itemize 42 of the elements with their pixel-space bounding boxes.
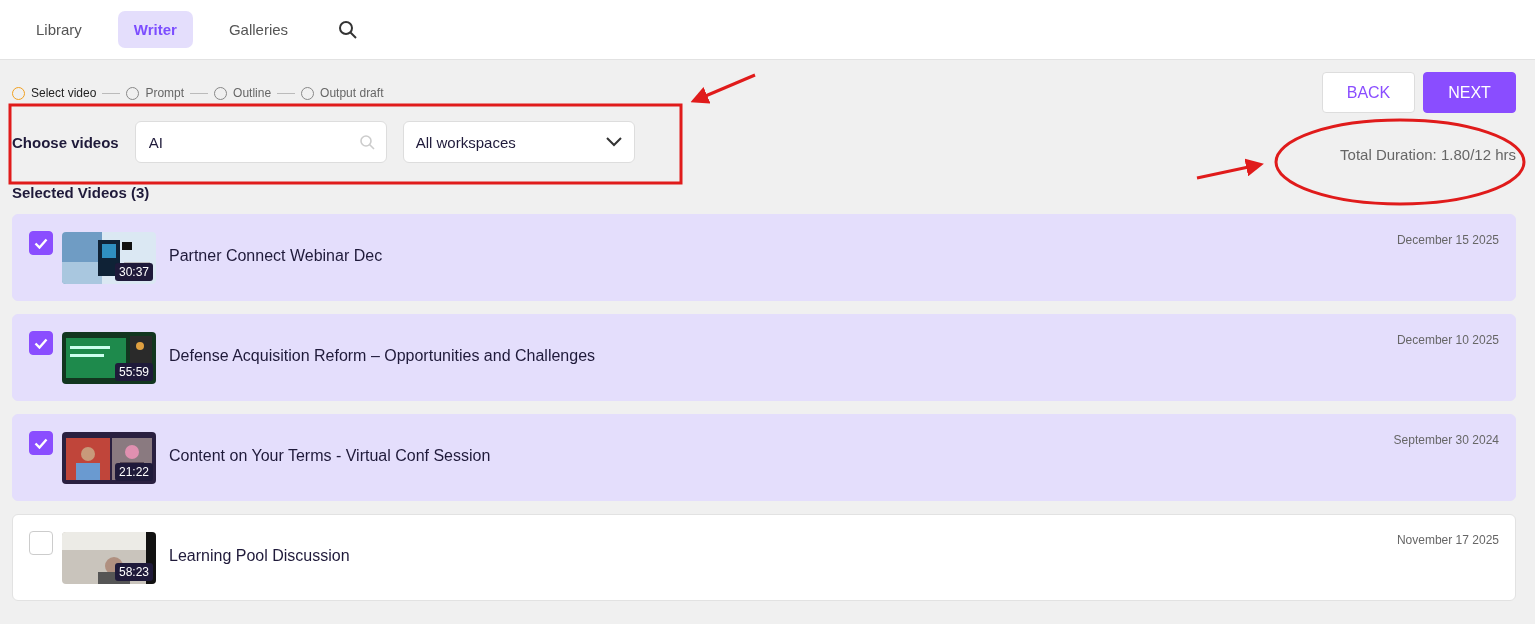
step-label: Select video (31, 86, 97, 100)
checkbox[interactable] (29, 531, 53, 555)
video-date: December 10 2025 (1396, 333, 1499, 347)
video-date: December 15 2025 (1396, 233, 1499, 247)
checkbox[interactable] (29, 331, 53, 355)
duration-badge: 58:23 (114, 563, 153, 581)
step-label: Prompt (145, 86, 185, 100)
video-date: November 17 2025 (1396, 533, 1499, 547)
nav-tab[interactable]: Writer (117, 11, 193, 48)
workspace-dropdown[interactable]: All workspaces (402, 121, 635, 163)
video-card[interactable]: 58:23 Learning Pool Discussion November 17 2025 (12, 514, 1516, 601)
check-icon (34, 437, 48, 449)
search-field[interactable]: AI (134, 121, 387, 163)
video-card[interactable]: 21:22 Content on Your Terms - Virtual Conf Session September 30 2024 (12, 414, 1516, 501)
next-button[interactable]: NEXT (1423, 72, 1516, 113)
duration-badge: 30:37 (114, 263, 153, 281)
video-title: Partner Connect Webinar Dec (169, 247, 384, 265)
video-title: Content on Your Terms - Virtual Conf Session (169, 447, 492, 465)
video-title: Learning Pool Discussion (169, 547, 351, 565)
video-date: September 30 2024 (1393, 433, 1499, 447)
checkbox[interactable] (29, 231, 53, 255)
video-card[interactable]: 55:59 Defense Acquisition Reform – Opportunities and Challenges December 10 2025 (12, 314, 1516, 401)
video-title: Defense Acquisition Reform – Opportunities and Challenges (169, 347, 597, 365)
duration-badge: 21:22 (114, 463, 153, 481)
annotation-arrow (690, 73, 756, 104)
total-duration: Total Duration: 1.80/12 hrs (1340, 146, 1516, 163)
nav-tab[interactable]: Library (20, 11, 98, 48)
choose-videos-label: Choose videos (12, 133, 119, 151)
video-card[interactable]: 30:37 Partner Connect Webinar Dec December 15 2025 (12, 214, 1516, 301)
step-label: Output draft (320, 86, 384, 100)
chevron-down-icon (605, 137, 622, 147)
search-icon[interactable] (338, 19, 359, 40)
step-label: Outline (233, 86, 272, 100)
search-icon (358, 134, 375, 150)
duration-badge: 55:59 (114, 363, 153, 381)
check-icon (34, 237, 48, 249)
annotation-arrow (1196, 158, 1264, 180)
nav-tab[interactable]: Galleries (212, 11, 305, 48)
back-button[interactable]: BACK (1322, 72, 1415, 113)
checkbox[interactable] (29, 431, 53, 455)
check-icon (34, 337, 48, 349)
selected-videos-heading: Selected Videos (3) (12, 184, 151, 201)
